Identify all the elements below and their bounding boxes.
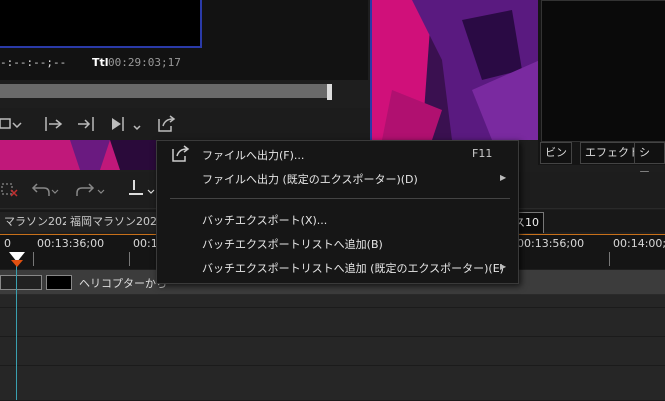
export-icon bbox=[172, 145, 190, 162]
submenu-arrow-icon: ▶ bbox=[500, 173, 507, 182]
total-timecode: 00:29:03;17 bbox=[108, 56, 181, 69]
empty-track[interactable] bbox=[0, 308, 665, 337]
empty-track[interactable] bbox=[0, 366, 665, 401]
tab-sequence[interactable]: シーケ bbox=[634, 142, 665, 199]
menu-item-export-file[interactable]: ファイルへ出力(F)... bbox=[202, 147, 304, 163]
track-clip-label: ヘリコプターから bbox=[79, 277, 167, 290]
menu-shortcut: F11 bbox=[472, 147, 493, 160]
tab-sequence-2[interactable]: 福岡マラソン2022 bbox=[66, 212, 169, 232]
program-preview bbox=[370, 0, 540, 140]
playhead-line[interactable] bbox=[16, 262, 17, 400]
ruler-label: 00:13:36;00 bbox=[37, 237, 105, 250]
tab-bin[interactable]: ビン bbox=[540, 142, 572, 164]
source-preview-strip bbox=[0, 140, 160, 170]
seek-handle[interactable] bbox=[327, 84, 332, 100]
bin-panel-content bbox=[541, 0, 665, 142]
empty-track[interactable] bbox=[0, 295, 665, 308]
ruler-tick bbox=[609, 252, 610, 266]
ruler-tick bbox=[129, 252, 130, 266]
player-video-frame bbox=[0, 0, 202, 48]
ruler-tick bbox=[33, 252, 34, 266]
track-color-swatch[interactable] bbox=[46, 275, 72, 290]
preview-image bbox=[372, 0, 540, 140]
menu-item-add-batch-list-default[interactable]: バッチエクスポートリストへ追加 (既定のエクスポーター)(E) bbox=[202, 260, 504, 276]
mark-in-icon[interactable] bbox=[42, 114, 64, 134]
track-toggle[interactable] bbox=[0, 275, 42, 290]
player-toolbar bbox=[0, 108, 370, 140]
seek-bar[interactable] bbox=[0, 84, 330, 98]
ruler-label: 00:14:00; bbox=[613, 237, 665, 250]
empty-track[interactable] bbox=[0, 337, 665, 366]
ruler-label: 00:13:56;00 bbox=[517, 237, 585, 250]
ruler-label: 00:1 bbox=[133, 237, 158, 250]
marker-icon[interactable] bbox=[126, 178, 156, 200]
playhead-marker-inner bbox=[11, 260, 23, 267]
export-icon[interactable] bbox=[156, 114, 180, 134]
menu-item-add-batch-list[interactable]: バッチエクスポートリストへ追加(B) bbox=[202, 236, 383, 252]
jump-end-icon[interactable] bbox=[110, 114, 144, 134]
delete-icon[interactable] bbox=[0, 180, 20, 200]
menu-item-export-default[interactable]: ファイルへ出力 (既定のエクスポーター)(D) bbox=[202, 171, 418, 187]
mark-out-icon[interactable] bbox=[76, 114, 98, 134]
menu-item-batch-export[interactable]: バッチエクスポート(X)... bbox=[202, 212, 327, 228]
loop-icon[interactable] bbox=[0, 114, 22, 134]
undo-icon[interactable] bbox=[30, 180, 60, 200]
menu-separator bbox=[170, 198, 510, 199]
redo-icon[interactable] bbox=[76, 180, 106, 200]
total-label: Ttl bbox=[92, 56, 109, 69]
ruler-label: 0 bbox=[4, 237, 11, 250]
submenu-arrow-icon: ▶ bbox=[500, 262, 507, 271]
current-timecode: -:--:--;-- bbox=[0, 56, 67, 69]
